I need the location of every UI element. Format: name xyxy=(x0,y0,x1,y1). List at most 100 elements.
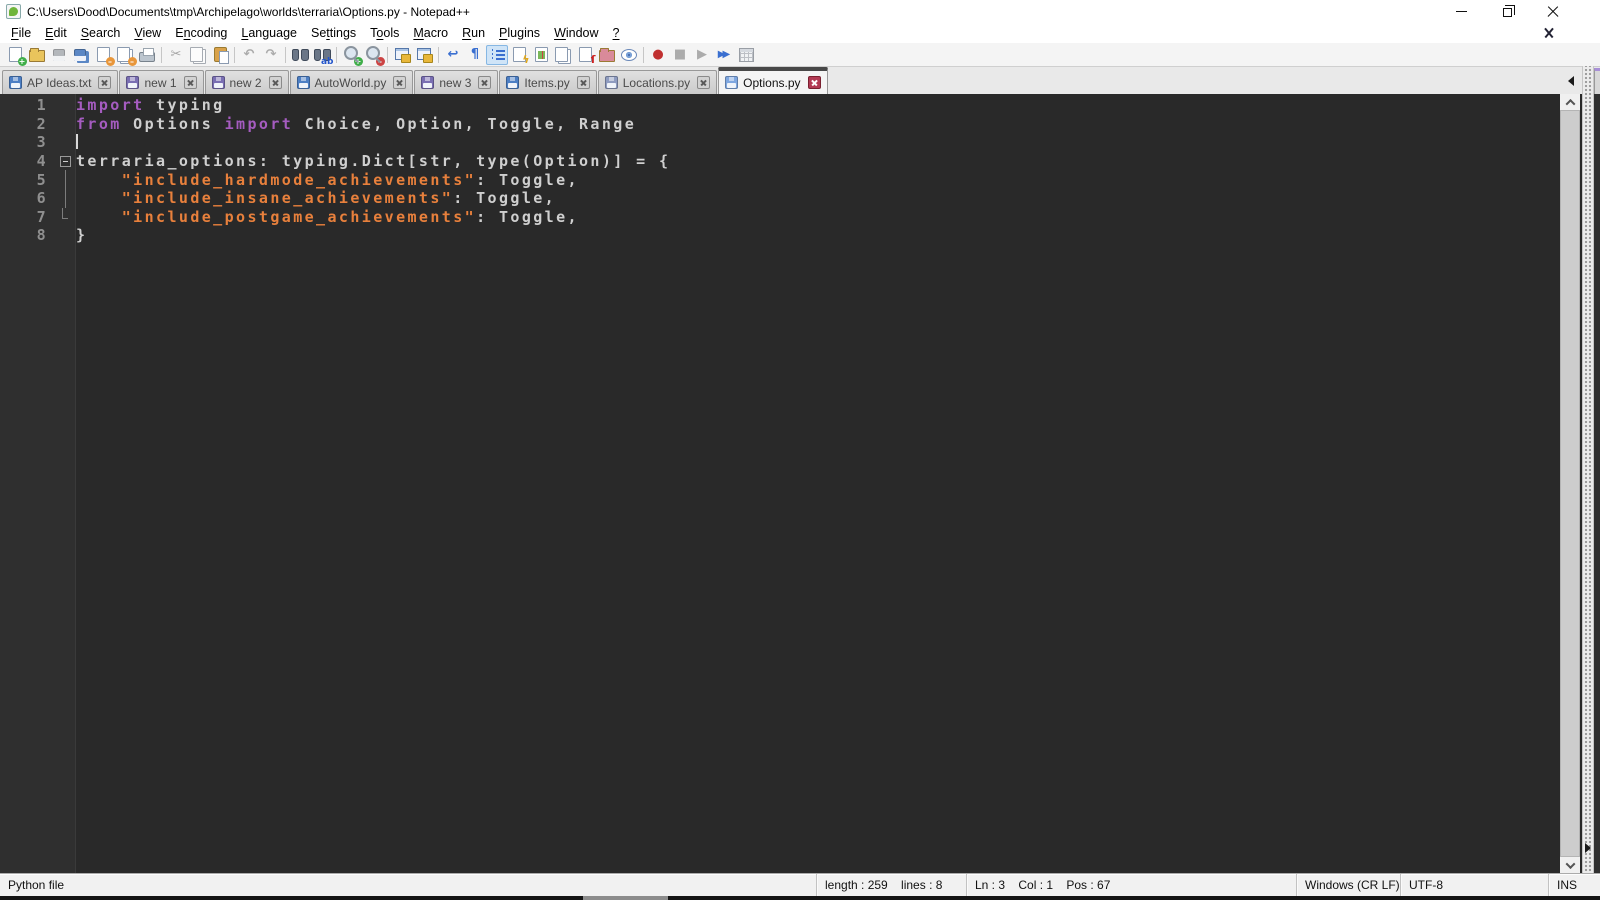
replace-icon: ab xyxy=(314,47,334,67)
monitoring-button[interactable] xyxy=(618,45,640,65)
document-switcher-button[interactable] xyxy=(552,45,574,65)
new-file-button[interactable]: + xyxy=(4,45,27,66)
tab-ap-ideas-txt[interactable]: AP Ideas.txt xyxy=(2,70,119,94)
scroll-up-button[interactable] xyxy=(1560,94,1580,110)
save-file-button[interactable] xyxy=(48,45,70,65)
redo-button[interactable]: ↷ xyxy=(260,45,282,65)
menu-encoding[interactable]: Encoding xyxy=(168,24,234,42)
tab-close-icon[interactable] xyxy=(98,76,112,89)
splitter-arrow-icon[interactable] xyxy=(1585,843,1591,853)
macro-run-multiple-button[interactable]: ▶▶ xyxy=(713,45,735,65)
menu-file[interactable]: File xyxy=(4,24,38,42)
text-caret xyxy=(76,134,78,150)
synchronize-vertical-scrolling-icon xyxy=(394,47,411,63)
open-file-button[interactable] xyxy=(26,45,48,65)
code-line[interactable]: 2 from Options import Choice, Option, Tog… xyxy=(0,115,1600,134)
tab-new-1[interactable]: new 1 xyxy=(119,70,204,94)
minimize-button[interactable] xyxy=(1438,0,1484,23)
menu-run[interactable]: Run xyxy=(455,24,492,42)
fold-margin xyxy=(54,152,76,171)
menu-search[interactable]: Search xyxy=(74,24,128,42)
tab-close-icon[interactable] xyxy=(697,76,711,89)
macro-playback-icon: ▶ xyxy=(697,47,707,62)
paste-button[interactable] xyxy=(209,45,231,65)
tab-close-icon[interactable] xyxy=(393,76,407,89)
tab-label: new 3 xyxy=(439,75,472,90)
synchronize-horizontal-scrolling-button[interactable] xyxy=(413,45,435,65)
zoom-out-button[interactable]: – xyxy=(362,45,385,66)
tab-scroll-left-icon[interactable] xyxy=(1568,76,1574,86)
undo-button[interactable]: ↶ xyxy=(238,45,260,65)
restore-button[interactable] xyxy=(1484,0,1530,23)
document-map-button[interactable] xyxy=(530,45,552,65)
show-all-characters-button[interactable]: ¶ xyxy=(464,45,486,65)
tab-options-py[interactable]: Options.py xyxy=(718,67,828,94)
code-editor[interactable]: 1 import typing 2 from Options import Choic… xyxy=(0,94,1600,873)
tab-close-icon[interactable] xyxy=(183,76,197,89)
cut-button[interactable]: ✂ xyxy=(165,45,187,65)
tab-label: new 1 xyxy=(144,75,177,90)
partial-tab[interactable] xyxy=(1594,68,1600,94)
function-list-button[interactable]: ϟ xyxy=(508,45,530,66)
word-wrap-button[interactable]: ↩ xyxy=(442,45,464,65)
tab-label: new 2 xyxy=(229,75,262,90)
scroll-down-button[interactable] xyxy=(1560,857,1580,873)
tab-items-py[interactable]: Items.py xyxy=(499,70,597,94)
tab-close-icon[interactable] xyxy=(576,76,590,89)
menu-help[interactable]: ? xyxy=(606,24,627,42)
macro-playback-button[interactable]: ▶ xyxy=(691,45,713,65)
close-document-x-button[interactable] xyxy=(1542,26,1556,40)
document-list-icon: ſ xyxy=(577,47,596,66)
tab-close-icon[interactable] xyxy=(478,76,492,89)
code-line[interactable]: 6 "include_insane_achievements": Toggle, xyxy=(0,188,1600,208)
tab-close-icon[interactable] xyxy=(807,76,821,89)
menu-view[interactable]: View xyxy=(127,24,168,42)
restore-icon xyxy=(1502,5,1515,17)
menu-edit[interactable]: Edit xyxy=(38,24,74,42)
replace-button[interactable]: ab xyxy=(311,45,334,67)
redo-icon: ↷ xyxy=(265,47,277,62)
dock-splitter[interactable] xyxy=(1582,66,1594,873)
find-button[interactable] xyxy=(289,45,311,65)
fold-collapse-button[interactable] xyxy=(59,155,71,167)
tab-locations-py[interactable]: Locations.py xyxy=(597,70,718,94)
close-document-button[interactable]: – xyxy=(92,45,115,66)
code-line[interactable]: 5 "include_hardmode_achievements": Toggl… xyxy=(0,170,1600,189)
macro-stop-button[interactable]: ■ xyxy=(669,45,691,65)
folder-as-workspace-button[interactable] xyxy=(596,45,618,65)
saved-file-icon xyxy=(126,76,140,89)
tab-autoworld-py[interactable]: AutoWorld.py xyxy=(289,70,414,94)
tab-new-3[interactable]: new 3 xyxy=(414,70,499,94)
menu-settings[interactable]: Settings xyxy=(304,24,363,42)
minimize-icon xyxy=(1455,11,1467,12)
code-line[interactable]: 3 xyxy=(0,133,1600,152)
close-all-documents-button[interactable]: – xyxy=(114,45,137,66)
show-indent-guide-button[interactable] xyxy=(486,44,508,65)
copy-button[interactable] xyxy=(187,45,209,65)
menu-plugins[interactable]: Plugins xyxy=(492,24,547,42)
vertical-scrollbar[interactable] xyxy=(1560,94,1580,873)
menu-macro[interactable]: Macro xyxy=(406,24,455,42)
zoom-in-button[interactable]: + xyxy=(340,45,363,66)
tab-label: AP Ideas.txt xyxy=(27,75,92,90)
menu-window[interactable]: Window xyxy=(547,24,605,42)
status-length-lines: length : 259 lines : 8 xyxy=(816,874,966,896)
code-line[interactable]: 7 "include_postgame_achievements": Toggl… xyxy=(0,207,1600,227)
menu-tools[interactable]: Tools xyxy=(363,24,406,42)
code-line[interactable]: 1 import typing xyxy=(0,96,1600,115)
synchronize-vertical-scrolling-button[interactable] xyxy=(391,45,413,65)
close-button[interactable] xyxy=(1530,0,1576,23)
print-button[interactable] xyxy=(136,45,158,65)
save-all-button[interactable] xyxy=(70,45,92,65)
tab-close-icon[interactable] xyxy=(268,76,282,89)
macro-stop-icon: ■ xyxy=(673,47,687,62)
menu-language[interactable]: Language xyxy=(234,24,304,42)
document-list-button[interactable]: ſ xyxy=(574,45,596,66)
code-line[interactable]: 4 terraria_options: typing.Dict[str, type… xyxy=(0,152,1600,171)
code-line[interactable]: 8} xyxy=(0,226,1600,245)
macro-save-button[interactable] xyxy=(735,45,757,65)
scrollbar-thumb[interactable] xyxy=(1560,110,1580,857)
tab-new-2[interactable]: new 2 xyxy=(204,70,289,94)
fold-guide-line xyxy=(64,188,66,208)
macro-record-button[interactable]: ● xyxy=(647,45,669,65)
